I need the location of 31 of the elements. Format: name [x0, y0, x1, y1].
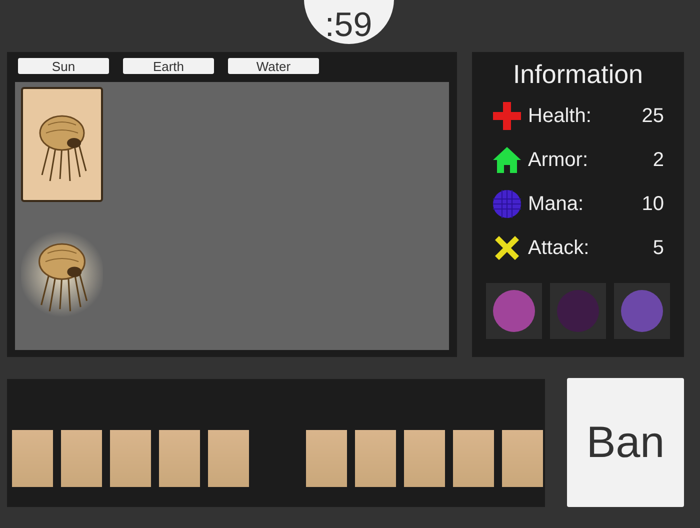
- card-back[interactable]: [502, 430, 543, 487]
- stat-label: Attack:: [528, 236, 590, 261]
- creature-card[interactable]: [21, 87, 103, 202]
- card-back[interactable]: [453, 430, 494, 487]
- element-tab[interactable]: Water: [228, 58, 319, 74]
- card-back[interactable]: [355, 430, 396, 487]
- panel-title: Information: [512, 61, 644, 87]
- stat-label: Armor:: [528, 148, 589, 173]
- stat-value: 10: [642, 192, 664, 217]
- card-back[interactable]: [61, 430, 102, 487]
- plus-icon: [492, 101, 522, 131]
- color-slot[interactable]: [550, 283, 606, 339]
- card-back[interactable]: [306, 430, 347, 487]
- house-icon: [492, 145, 522, 175]
- card-back[interactable]: [404, 430, 445, 487]
- stat-value: 5: [652, 236, 664, 261]
- stat-label: Health:: [528, 104, 592, 129]
- color-slot[interactable]: [614, 283, 670, 339]
- ban-button[interactable]: Ban: [567, 378, 684, 507]
- globe-icon: [492, 189, 522, 219]
- card-back[interactable]: [12, 430, 53, 487]
- card-back[interactable]: [208, 430, 249, 487]
- stat-label: Mana:: [528, 192, 585, 217]
- timer-dial: :59: [304, 0, 394, 44]
- stat-value: 25: [642, 104, 664, 129]
- card-back[interactable]: [110, 430, 151, 487]
- stat-value: 2: [652, 148, 664, 173]
- element-tab[interactable]: Sun: [18, 58, 109, 74]
- element-tab[interactable]: Earth: [123, 58, 214, 74]
- color-slot[interactable]: [486, 283, 542, 339]
- card-back[interactable]: [159, 430, 200, 487]
